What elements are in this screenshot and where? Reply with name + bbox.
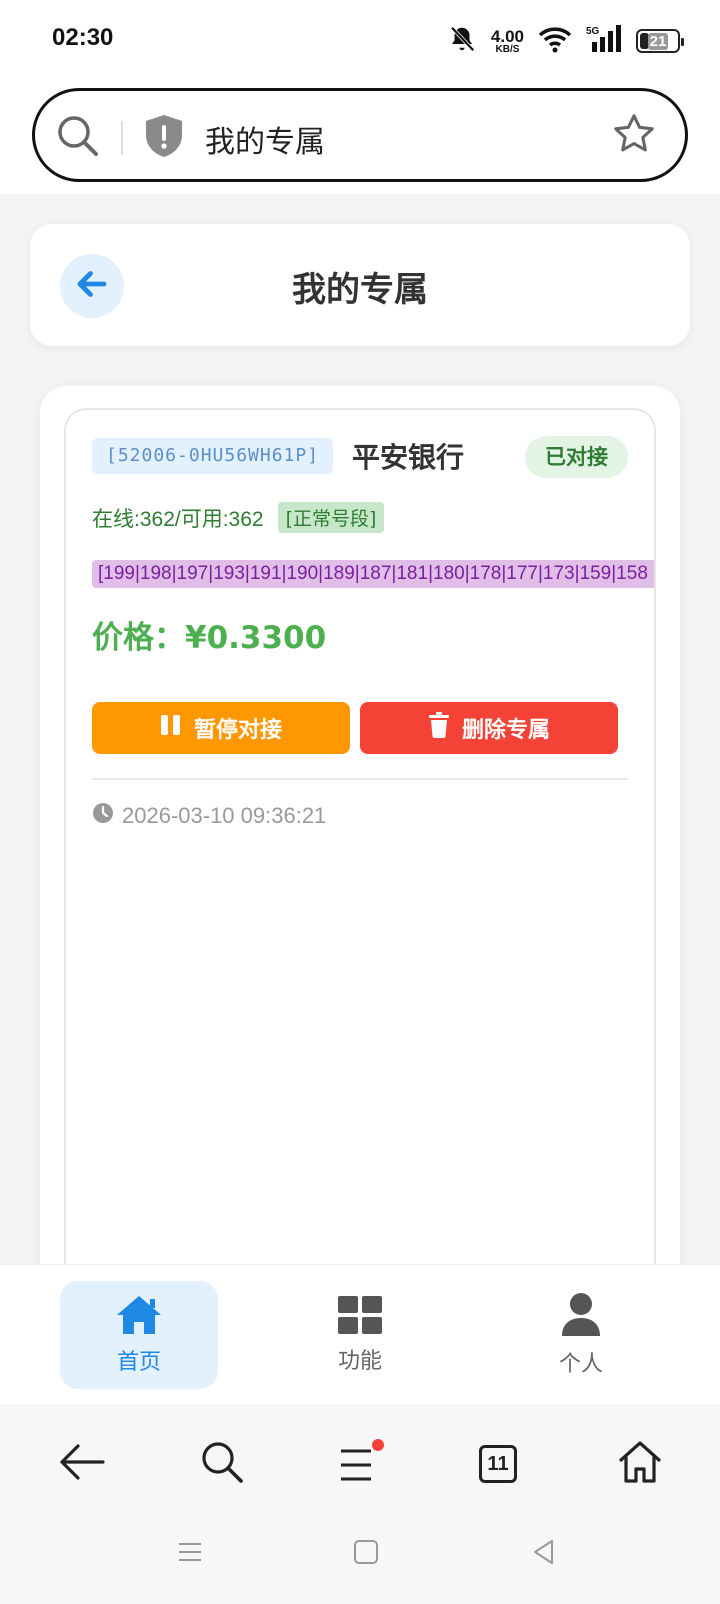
clock-icon <box>92 802 114 830</box>
bank-name: 平安银行 <box>352 441 465 474</box>
browser-home-button[interactable] <box>610 1434 670 1494</box>
timestamp: 2026-03-10 09:36:21 <box>122 803 327 828</box>
tab-functions[interactable]: 功能 <box>281 1281 439 1389</box>
tab-functions-label: 功能 <box>337 1349 382 1374</box>
wifi-icon <box>538 25 572 57</box>
address-text[interactable]: 我的专属 <box>205 117 325 161</box>
pause-icon <box>160 713 182 743</box>
net-speed-unit: KB/S <box>495 43 520 55</box>
search-icon[interactable] <box>55 113 101 163</box>
tab-home[interactable]: 首页 <box>60 1281 218 1389</box>
svg-text:5G: 5G <box>586 26 600 37</box>
triangle-back-icon <box>530 1538 558 1570</box>
pause-button-label: 暂停对接 <box>193 718 282 743</box>
address-bar[interactable]: 我的专属 <box>32 88 688 182</box>
tab-home-label: 首页 <box>116 1350 161 1375</box>
item-code: [52006-0HU56WH61P] <box>92 438 334 474</box>
status-badge: 已对接 <box>525 436 628 478</box>
segment-tag: [正常号段] <box>277 502 385 533</box>
net-speed-value: 4.00 <box>490 26 524 46</box>
price: 价格：¥0.3300 <box>92 620 327 656</box>
search-icon <box>199 1439 245 1489</box>
browser-menu-button[interactable] <box>330 1434 390 1494</box>
tab-profile-label: 个人 <box>558 1352 603 1377</box>
star-icon[interactable] <box>611 111 657 161</box>
exclusive-item-card: [52006-0HU56WH61P] 平安银行 已对接 在线:362/可用:36… <box>64 408 656 1308</box>
square-icon <box>352 1538 380 1570</box>
system-home-button[interactable] <box>346 1534 386 1574</box>
bottom-tab-bar: 首页 功能 个人 <box>0 1264 720 1404</box>
pause-button[interactable]: 暂停对接 <box>92 702 350 754</box>
page-title: 我的专属 <box>292 270 428 310</box>
timestamp-row: 2026-03-10 09:36:21 <box>92 802 326 830</box>
browser-home-icon <box>617 1439 663 1489</box>
online-row: 在线:362/可用:362 [正常号段] <box>92 502 385 533</box>
browser-back-button[interactable] <box>52 1434 112 1494</box>
tabs-icon: 11 <box>479 1445 517 1483</box>
bell-muted-icon <box>447 24 477 58</box>
signal-icon: 5G <box>586 24 622 58</box>
back-arrow-icon <box>58 1442 106 1486</box>
address-divider <box>121 121 123 155</box>
net-speed: 4.00 KB/S <box>491 28 524 55</box>
card-divider <box>92 778 628 780</box>
system-back-button[interactable] <box>524 1534 564 1574</box>
status-bar: 02:30 4.00 KB/S 5G 21 <box>0 0 720 82</box>
battery-icon: 21 <box>636 29 684 53</box>
delete-button[interactable]: 删除专属 <box>360 702 618 754</box>
browser-tabs-button[interactable]: 11 <box>468 1434 528 1494</box>
status-icons: 4.00 KB/S 5G 21 <box>447 24 684 58</box>
prefix-list: [199|198|197|193|191|190|189|187|181|180… <box>92 560 654 588</box>
battery-percent: 21 <box>647 32 669 50</box>
browser-top-bar: 我的专属 <box>0 82 720 194</box>
status-time: 02:30 <box>52 24 114 51</box>
page-header: 我的专属 <box>30 224 690 346</box>
online-count: 在线:362/可用:362 <box>92 507 264 531</box>
system-recents-button[interactable] <box>170 1534 210 1574</box>
tab-profile[interactable]: 个人 <box>502 1281 660 1389</box>
browser-search-button[interactable] <box>192 1434 252 1494</box>
grid-icon <box>337 1295 383 1339</box>
recents-icon <box>176 1538 204 1570</box>
person-icon <box>561 1292 601 1342</box>
delete-button-label: 删除专属 <box>461 718 550 743</box>
menu-icon <box>335 1439 385 1489</box>
trash-icon <box>428 712 450 744</box>
main-container: [52006-0HU56WH61P] 平安银行 已对接 在线:362/可用:36… <box>40 386 680 1386</box>
home-icon <box>114 1294 164 1340</box>
shield-icon[interactable] <box>143 113 185 163</box>
browser-toolbar: 11 <box>0 1404 720 1604</box>
